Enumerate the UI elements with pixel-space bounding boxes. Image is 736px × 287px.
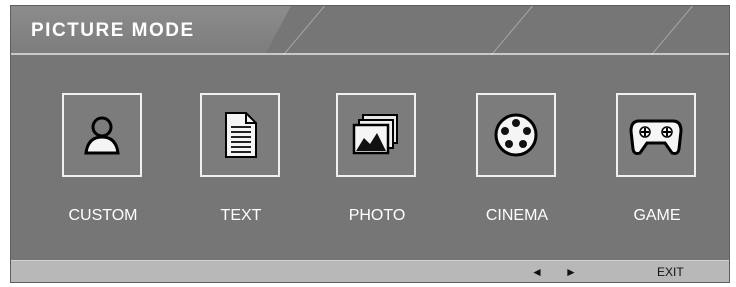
- mode-label: GAME: [633, 207, 681, 224]
- gamepad-icon[interactable]: [616, 93, 696, 177]
- mode-grid: CUSTOM TEXT PHOTO CINEMA GAME: [11, 55, 729, 263]
- document-icon[interactable]: [200, 93, 280, 177]
- right-arrow-button[interactable]: ►: [563, 265, 579, 279]
- mode-label: CUSTOM: [68, 207, 138, 224]
- mode-cinema[interactable]: CINEMA: [457, 93, 577, 233]
- decorative-streak: [488, 6, 535, 59]
- mode-text[interactable]: TEXT: [181, 93, 301, 233]
- left-arrow-button[interactable]: ◄: [529, 265, 545, 279]
- menu-title: PICTURE MODE: [31, 20, 195, 41]
- mode-game[interactable]: GAME: [597, 93, 717, 233]
- exit-button[interactable]: EXIT: [657, 265, 684, 279]
- mode-label: TEXT: [220, 207, 262, 224]
- menu-footer: ◄ ► EXIT: [11, 260, 729, 282]
- mode-photo[interactable]: PHOTO: [317, 93, 437, 233]
- decorative-streak: [648, 6, 695, 59]
- mode-label: PHOTO: [348, 207, 406, 224]
- menu-header: PICTURE MODE: [11, 6, 729, 59]
- decorative-streak: [280, 6, 327, 59]
- mode-custom[interactable]: CUSTOM: [43, 93, 163, 233]
- photo-icon[interactable]: [336, 93, 416, 177]
- person-icon[interactable]: [62, 93, 142, 177]
- mode-label: CINEMA: [485, 207, 549, 224]
- picture-mode-menu: PICTURE MODE CUSTOM TEXT PHOTO CINEMA GA…: [10, 5, 730, 283]
- film-reel-icon[interactable]: [476, 93, 556, 177]
